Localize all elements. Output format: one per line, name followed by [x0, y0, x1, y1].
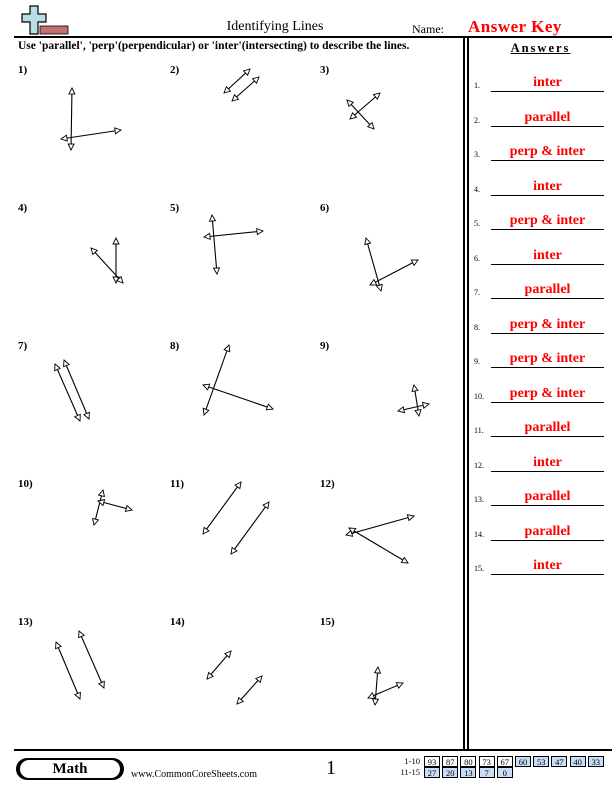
site-url: www.CommonCoreSheets.com	[131, 769, 258, 780]
line-figure-1	[60, 86, 122, 152]
arrowhead-icon	[54, 363, 62, 372]
arrowhead-icon	[364, 237, 372, 246]
arrowhead-icon	[223, 344, 231, 353]
arrowhead-icon	[256, 227, 265, 236]
arrowhead-icon	[60, 134, 68, 142]
arrowhead-icon	[212, 267, 221, 276]
line	[230, 501, 270, 555]
line	[203, 344, 230, 416]
arrowhead-icon	[112, 236, 120, 245]
line-figure-6	[364, 237, 419, 292]
arrowhead-icon	[97, 489, 106, 498]
arrowhead-icon	[397, 405, 406, 414]
score-cell: 80	[460, 756, 477, 767]
arrowhead-icon	[67, 143, 75, 152]
arrowhead-icon	[73, 413, 81, 422]
score-cell: 40	[569, 756, 586, 767]
line-figure-11	[202, 481, 270, 555]
score-cell: 73	[478, 756, 495, 767]
subject-badge: Math	[20, 760, 120, 778]
line	[54, 363, 81, 422]
page-number: 1	[326, 757, 336, 779]
line-figure-9	[397, 384, 430, 417]
line-figure-3	[346, 92, 381, 130]
line-figure-15	[367, 665, 404, 707]
line-figure-12	[345, 514, 415, 564]
score-cell: 20	[442, 767, 459, 778]
arrowhead-icon	[421, 401, 430, 410]
arrowhead-icon	[97, 680, 105, 689]
arrowhead-icon	[208, 213, 217, 222]
line	[70, 87, 73, 151]
line	[90, 247, 124, 284]
score-cell: 0	[496, 767, 513, 778]
score-cell: 87	[442, 756, 459, 767]
arrowhead-icon	[410, 259, 419, 267]
arrowhead-icon	[375, 283, 383, 292]
arrowhead-icon	[230, 546, 238, 555]
line	[348, 527, 409, 564]
score-cell: 60	[515, 756, 531, 767]
line	[369, 259, 419, 286]
arrowhead-icon	[114, 127, 122, 135]
score-cell: 7	[478, 767, 495, 778]
arrowhead-icon	[369, 278, 378, 286]
line	[202, 481, 242, 535]
arrowhead-icon	[406, 514, 415, 522]
line-figure-5	[202, 213, 265, 276]
arrowhead-icon	[411, 384, 419, 392]
line-figure-8	[202, 344, 274, 416]
line-figure-13	[55, 630, 105, 700]
arrowhead-icon	[371, 698, 380, 707]
line-figure-10	[91, 489, 133, 526]
line	[211, 214, 218, 275]
score-cell: 67	[496, 756, 513, 767]
arrowhead-icon	[78, 630, 86, 639]
line-figure-2	[223, 68, 260, 102]
arrowhead-icon	[373, 665, 382, 674]
score-row-label: 11-15	[400, 767, 420, 777]
line-figure-14	[206, 650, 263, 705]
arrowhead-icon	[68, 86, 76, 95]
footer-rule	[14, 749, 612, 751]
arrowhead-icon	[234, 481, 242, 490]
arrowhead-icon	[262, 501, 270, 510]
arrowhead-icon	[414, 409, 422, 417]
score-cell: 27	[424, 767, 440, 778]
arrowhead-icon	[74, 691, 81, 700]
score-cell: 93	[424, 756, 440, 767]
arrowhead-icon	[55, 641, 62, 650]
line-figure-4	[90, 236, 124, 285]
arrowhead-icon	[400, 556, 409, 564]
score-cell: 47	[551, 756, 568, 767]
score-cell: 53	[533, 756, 550, 767]
arrowhead-icon	[124, 504, 133, 512]
arrowhead-icon	[202, 526, 210, 535]
line-figure-7	[54, 359, 90, 422]
arrowhead-icon	[395, 682, 404, 689]
arrowhead-icon	[83, 411, 90, 420]
line	[202, 384, 274, 410]
arrowhead-icon	[63, 359, 70, 368]
arrowhead-icon	[202, 232, 211, 241]
arrowhead-icon	[367, 692, 376, 699]
line	[203, 230, 264, 238]
line	[63, 359, 90, 420]
score-cell: 13	[460, 767, 477, 778]
arrowhead-icon	[91, 517, 100, 526]
line	[55, 641, 81, 700]
arrowhead-icon	[265, 403, 274, 411]
score-cell: 33	[587, 756, 604, 767]
score-row-label: 1-10	[404, 756, 420, 766]
line	[78, 630, 105, 689]
problem-figures	[54, 68, 430, 707]
arrowhead-icon	[202, 407, 210, 416]
line	[60, 129, 122, 140]
arrowhead-icon	[202, 383, 211, 391]
